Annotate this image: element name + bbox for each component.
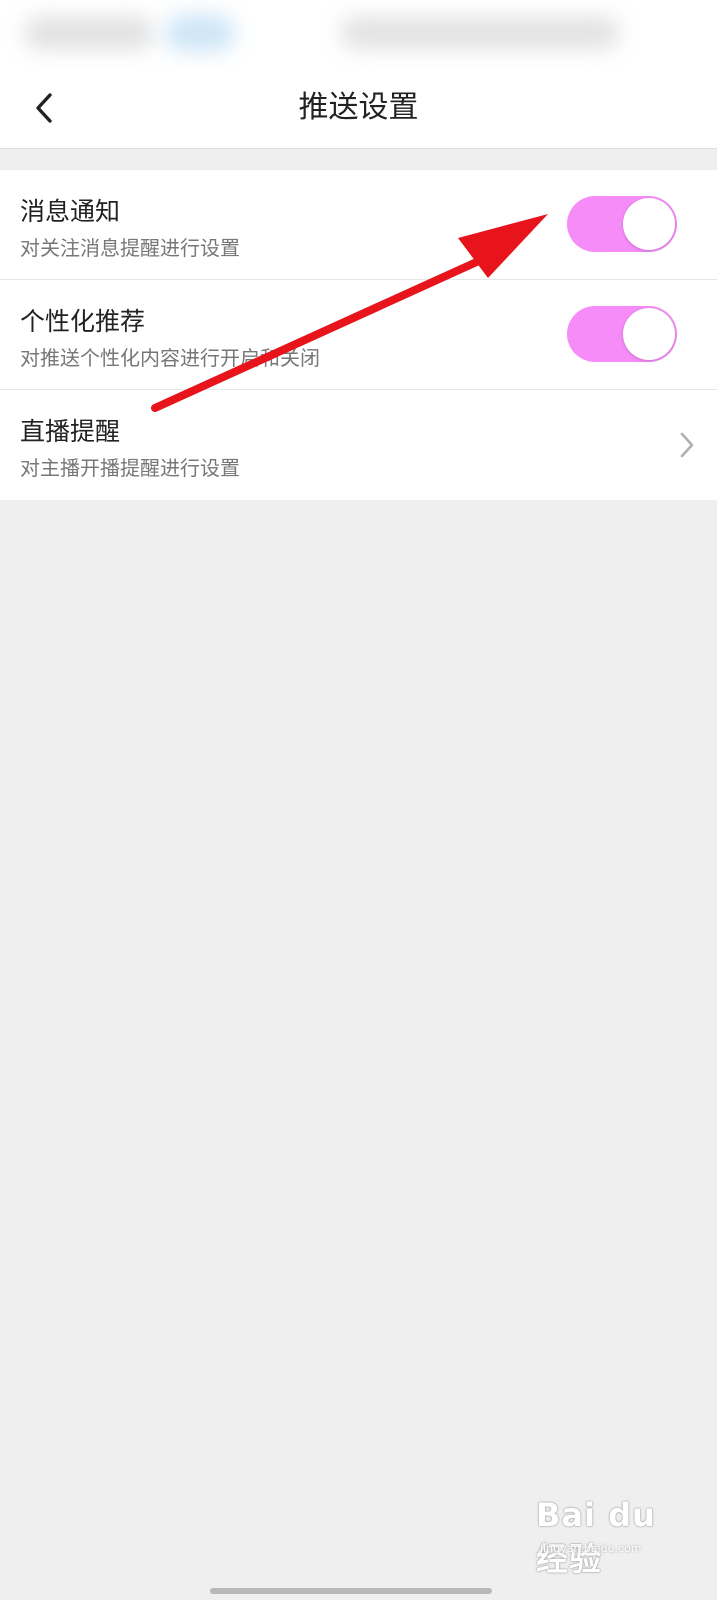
personalized-recommendation-toggle[interactable] (567, 306, 677, 362)
setting-subtitle: 对关注消息提醒进行设置 (20, 236, 240, 260)
message-notification-toggle[interactable] (567, 196, 677, 252)
settings-list: 消息通知 对关注消息提醒进行设置 个性化推荐 对推送个性化内容进行开启和关闭 直… (0, 170, 717, 500)
home-indicator[interactable] (210, 1588, 492, 1594)
chevron-right-icon (680, 432, 694, 458)
setting-title: 消息通知 (20, 197, 121, 226)
back-button[interactable] (18, 82, 70, 134)
status-bar-blurred-left (24, 16, 154, 50)
status-bar-blurred-right (340, 16, 620, 50)
setting-subtitle: 对推送个性化内容进行开启和关闭 (20, 346, 320, 370)
setting-title: 个性化推荐 (20, 307, 146, 336)
page-title: 推送设置 (298, 90, 419, 125)
setting-row-message-notification[interactable]: 消息通知 对关注消息提醒进行设置 (0, 170, 717, 280)
setting-title: 直播提醒 (20, 417, 121, 446)
status-bar (0, 0, 717, 68)
nav-header: 推送设置 (0, 68, 717, 149)
watermark-url: jingyan.baidu.com (540, 1542, 642, 1555)
status-bar-blurred-icon (165, 14, 235, 52)
chevron-left-icon (36, 93, 52, 123)
watermark: Bai du 经验 jingyan.baidu.com (536, 1490, 696, 1578)
toggle-knob (623, 308, 675, 360)
setting-subtitle: 对主播开播提醒进行设置 (20, 456, 240, 480)
setting-row-live-reminder[interactable]: 直播提醒 对主播开播提醒进行设置 (0, 390, 717, 500)
watermark-logo: Bai du 经验 (536, 1496, 656, 1578)
setting-row-personalized-recommendation[interactable]: 个性化推荐 对推送个性化内容进行开启和关闭 (0, 280, 717, 390)
toggle-knob (623, 198, 675, 250)
